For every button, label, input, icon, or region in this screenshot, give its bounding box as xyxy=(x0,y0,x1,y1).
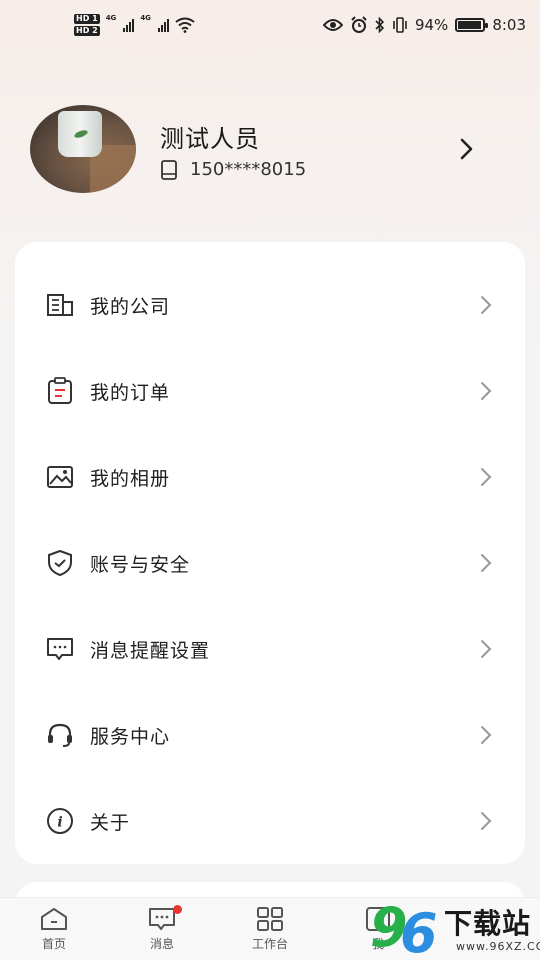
menu-label-service: 服务中心 xyxy=(90,725,171,748)
bluetooth-icon xyxy=(375,17,385,33)
status-bar: HD 1 HD 2 4G 4G 94% 8:03 xyxy=(0,0,540,54)
phone-row: 150****8015 xyxy=(160,159,306,180)
menu-label-about: 关于 xyxy=(90,811,131,834)
status-left: HD 1 HD 2 4G 4G xyxy=(74,14,195,36)
menu-item-album[interactable]: 我的相册 xyxy=(15,434,525,520)
status-right: 94% 8:03 xyxy=(322,16,526,34)
nav-label-messages: 消息 xyxy=(149,937,174,951)
network-type-1: 4G xyxy=(105,14,117,22)
menu-item-notifications[interactable]: 消息提醒设置 xyxy=(15,606,525,692)
watermark-url: www.96XZ.COM xyxy=(456,940,540,953)
chevron-right-icon xyxy=(481,726,492,744)
chevron-right-icon xyxy=(481,554,492,572)
building-icon xyxy=(45,290,75,320)
battery-fill xyxy=(458,21,481,29)
menu-item-about[interactable]: i 关于 xyxy=(15,778,525,864)
menu-label-notifications: 消息提醒设置 xyxy=(90,639,211,662)
avatar[interactable] xyxy=(30,105,136,193)
eye-icon xyxy=(322,19,343,31)
menu-item-service[interactable]: 服务中心 xyxy=(15,692,525,778)
phone-number: 150****8015 xyxy=(190,159,307,180)
signal-icon-2 xyxy=(157,18,169,32)
grid-icon xyxy=(257,907,283,931)
menu-label-company: 我的公司 xyxy=(90,295,171,318)
wifi-icon xyxy=(175,17,195,33)
headset-icon xyxy=(45,720,75,750)
svg-text:i: i xyxy=(57,815,62,831)
order-clipboard-icon xyxy=(45,376,75,406)
menu-item-orders[interactable]: 我的订单 xyxy=(15,348,525,434)
menu-label-orders: 我的订单 xyxy=(90,381,171,404)
message-badge xyxy=(173,905,182,914)
chevron-right-icon xyxy=(481,296,492,314)
home-icon xyxy=(41,908,67,930)
watermark-logo: 9 6 下载站 www.96XZ.COM xyxy=(366,896,540,960)
menu-card: 我的公司 我的订单 我的相册 账号与安全 消息提醒设置 服务中心 i 关于 xyxy=(15,242,525,864)
network-type-2: 4G xyxy=(140,14,151,22)
battery-icon xyxy=(455,18,489,32)
nav-home[interactable]: 首页 xyxy=(14,906,94,952)
image-icon xyxy=(45,462,75,492)
hd2-badge: HD 2 xyxy=(74,26,100,36)
chevron-right-icon xyxy=(481,812,492,830)
nav-label-home: 首页 xyxy=(41,937,66,951)
watermark-digit-6: 6 xyxy=(400,902,438,960)
phone-icon xyxy=(161,159,177,180)
battery-percent: 94% xyxy=(414,16,449,34)
vibrate-icon xyxy=(393,17,407,33)
menu-label-security: 账号与安全 xyxy=(90,553,191,576)
menu-label-album: 我的相册 xyxy=(90,467,171,490)
info-icon: i xyxy=(45,806,75,836)
nav-label-workbench: 工作台 xyxy=(251,937,288,951)
shield-icon xyxy=(45,548,75,578)
watermark-text: 下载站 xyxy=(444,907,532,940)
chevron-right-icon[interactable] xyxy=(456,136,478,162)
hd1-badge: HD 1 xyxy=(74,14,100,24)
chevron-right-icon xyxy=(481,382,492,400)
nav-workbench[interactable]: 工作台 xyxy=(230,906,310,952)
user-name[interactable]: 测试人员 xyxy=(160,119,260,154)
status-time: 8:03 xyxy=(492,16,526,34)
alarm-icon xyxy=(351,16,367,33)
signal-icon xyxy=(123,18,135,32)
message-icon xyxy=(45,634,75,664)
nav-messages[interactable]: 消息 xyxy=(122,905,202,952)
menu-item-company[interactable]: 我的公司 xyxy=(15,262,525,348)
hd-indicators: HD 1 HD 2 xyxy=(74,14,100,36)
menu-item-security[interactable]: 账号与安全 xyxy=(15,520,525,606)
chevron-right-icon xyxy=(481,468,492,486)
chevron-right-icon xyxy=(481,640,492,658)
